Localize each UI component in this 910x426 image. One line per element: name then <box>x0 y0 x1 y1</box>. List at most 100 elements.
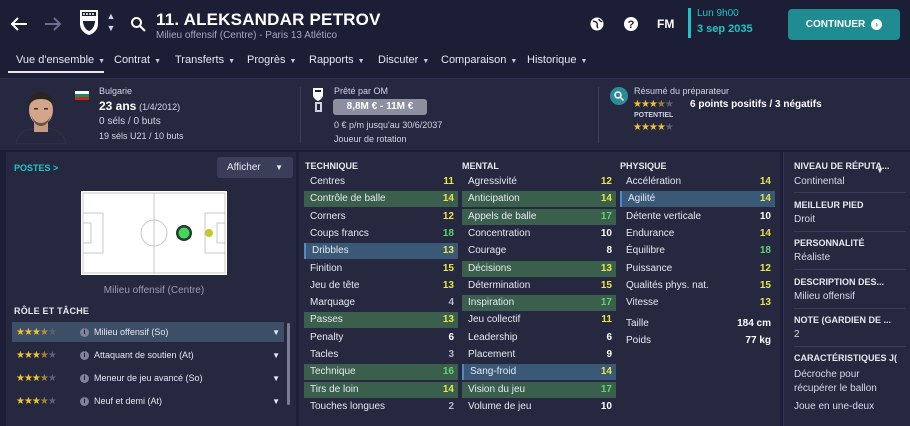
attribute-value: 9 <box>606 349 612 360</box>
role-row[interactable]: ★★★★★ i Attaquant de soutien (At) ▼ <box>12 345 284 365</box>
tab-transfers[interactable]: Transferts ▼ <box>175 54 235 66</box>
fm-menu-button[interactable]: FM <box>657 17 674 31</box>
attribute-value: 3 <box>448 349 454 360</box>
attribute-row[interactable]: Agilité 14 <box>620 191 775 208</box>
role-name: Attaquant de soutien (At) <box>94 350 194 360</box>
attribute-row[interactable]: Sang-froid 14 <box>462 364 616 381</box>
attribute-row[interactable]: Anticipation 14 <box>462 191 616 208</box>
attribute-row[interactable]: Penalty 6 <box>304 330 458 346</box>
trait-item: récupérer le ballon <box>794 383 877 394</box>
chevron-down-icon[interactable]: ▼ <box>876 166 884 175</box>
attribute-value: 12 <box>759 262 771 274</box>
chevron-down-icon[interactable]: ▼ <box>272 397 280 406</box>
divider <box>794 192 906 193</box>
physique-header: PHYSIQUE <box>620 161 667 171</box>
player-info-panel: NIVEAU DE RÉPUTA... Continental ▼ MEILLE… <box>783 152 910 426</box>
info-icon[interactable]: i <box>80 350 89 360</box>
attribute-row[interactable]: Corners 12 <box>304 209 458 225</box>
weight-value: 77 kg <box>745 335 771 346</box>
chevron-down-icon[interactable]: ▼ <box>272 328 280 337</box>
forward-arrow-icon[interactable] <box>42 13 64 35</box>
attribute-label: Sang-froid <box>470 366 517 378</box>
attribute-label: Endurance <box>626 227 675 239</box>
help-icon[interactable]: ? <box>620 13 642 35</box>
globe-icon[interactable] <box>586 13 608 35</box>
attribute-row[interactable]: Puissance 12 <box>620 261 775 277</box>
attribute-row[interactable]: Dribbles 13 <box>304 243 458 260</box>
attribute-row[interactable]: Passes 13 <box>304 312 458 329</box>
loan-info[interactable]: Prêté par OM <box>334 86 388 96</box>
role-stars: ★★★★★ <box>16 372 57 384</box>
attribute-label: Inspiration <box>468 297 515 309</box>
tab-discuss[interactable]: Discuter ▼ <box>378 54 429 66</box>
tab-history[interactable]: Historique ▼ <box>527 54 587 66</box>
roles-scrollbar[interactable] <box>287 323 290 405</box>
tab-comparison[interactable]: Comparaison ▼ <box>441 54 517 66</box>
back-arrow-icon[interactable] <box>8 13 30 35</box>
positions-title[interactable]: POSTES > <box>14 163 58 173</box>
attribute-row[interactable]: Détente verticale 10 <box>620 209 775 225</box>
value-pill[interactable]: 8,8M € - 11M € <box>333 99 427 115</box>
scout-report-search-icon[interactable] <box>610 87 628 105</box>
tab-reports[interactable]: Rapports ▼ <box>309 54 365 66</box>
continue-button[interactable]: CONTINUER › <box>788 9 900 40</box>
attribute-row[interactable]: Jeu collectif 11 <box>462 312 616 328</box>
role-row[interactable]: ★★★★★ i Meneur de jeu avancé (So) ▼ <box>12 368 284 388</box>
attribute-row[interactable]: Coups francs 18 <box>304 226 458 242</box>
attribute-row[interactable]: Qualités phys. nat. 15 <box>620 278 775 294</box>
attribute-row[interactable]: Concentration 10 <box>462 226 616 242</box>
attribute-row[interactable]: Tirs de loin 14 <box>304 381 458 398</box>
top-bar: ▲ ▼ 11. ALEKSANDAR PETROV Milieu offensif… <box>0 0 910 48</box>
tab-overview[interactable]: Vue d'ensemble ▼ <box>16 54 105 66</box>
info-icon[interactable]: i <box>80 373 89 383</box>
attribute-row[interactable]: Accélération 14 <box>620 174 775 190</box>
attribute-label: Équilibre <box>626 245 665 257</box>
role-row[interactable]: ★★★★★ i Neuf et demi (At) ▼ <box>12 391 284 411</box>
position-caption: Milieu offensif (Centre) <box>103 285 205 296</box>
attribute-row[interactable]: Décisions 13 <box>462 260 616 277</box>
attribute-row[interactable]: Technique 16 <box>304 364 458 381</box>
nationality[interactable]: Bulgarie <box>99 86 132 96</box>
attribute-row[interactable]: Finition 15 <box>304 261 458 277</box>
attribute-row[interactable]: Touches longues 2 <box>304 399 458 415</box>
info-icon[interactable]: i <box>80 327 89 337</box>
attribute-row[interactable]: Détermination 15 <box>462 278 616 294</box>
tab-progress[interactable]: Progrès ▼ <box>247 54 296 66</box>
role-row[interactable]: ★★★★★ i Milieu offensif (So) ▼ <box>12 322 284 342</box>
squad-status: Joueur de rotation <box>334 134 407 144</box>
attribute-row[interactable]: Contrôle de balle 14 <box>304 191 458 208</box>
attribute-row[interactable]: Inspiration 17 <box>462 295 616 312</box>
attribute-row[interactable]: Appels de balle 17 <box>462 208 616 225</box>
chevron-down-icon[interactable]: ▼ <box>272 374 280 383</box>
attribute-row[interactable]: Leadership 6 <box>462 330 616 346</box>
role-name: Neuf et demi (At) <box>94 396 163 406</box>
attribute-value: 11 <box>601 314 612 326</box>
attribute-row[interactable]: Courage 8 <box>462 243 616 259</box>
attribute-row[interactable]: Endurance 14 <box>620 226 775 242</box>
info-icon[interactable]: i <box>80 396 89 406</box>
attribute-row[interactable]: Vitesse 13 <box>620 295 775 311</box>
tab-contract[interactable]: Contrat ▼ <box>114 54 161 66</box>
attribute-row[interactable]: Marquage 4 <box>304 295 458 311</box>
foot-value: Droit <box>794 214 816 225</box>
attribute-row[interactable]: Équilibre 18 <box>620 243 775 259</box>
attribute-label: Jeu de tête <box>310 279 360 291</box>
attribute-label: Accélération <box>626 176 682 187</box>
attribute-row[interactable]: Vision du jeu 17 <box>462 381 616 398</box>
club-crest-icon[interactable] <box>79 8 99 36</box>
player-switch-arrows[interactable]: ▲ ▼ <box>106 10 116 34</box>
attribute-row[interactable]: Tacles 3 <box>304 347 458 363</box>
search-icon[interactable] <box>129 13 147 35</box>
attribute-value: 6 <box>448 331 454 343</box>
chevron-down-icon[interactable]: ▼ <box>272 351 280 360</box>
attribute-row[interactable]: Centres 11 <box>304 174 458 190</box>
attribute-value: 13 <box>759 297 771 309</box>
show-dropdown[interactable]: Afficher ▼ <box>217 157 293 178</box>
attribute-row[interactable]: Agressivité 12 <box>462 174 616 190</box>
attribute-row[interactable]: Placement 9 <box>462 347 616 363</box>
attribute-row[interactable]: Jeu de tête 13 <box>304 278 458 294</box>
attribute-row[interactable]: Volume de jeu 10 <box>462 399 616 415</box>
scout-summary: 6 points positifs / 3 négatifs <box>690 99 822 110</box>
attribute-label: Volume de jeu <box>468 400 532 412</box>
summary-divider <box>300 87 301 143</box>
